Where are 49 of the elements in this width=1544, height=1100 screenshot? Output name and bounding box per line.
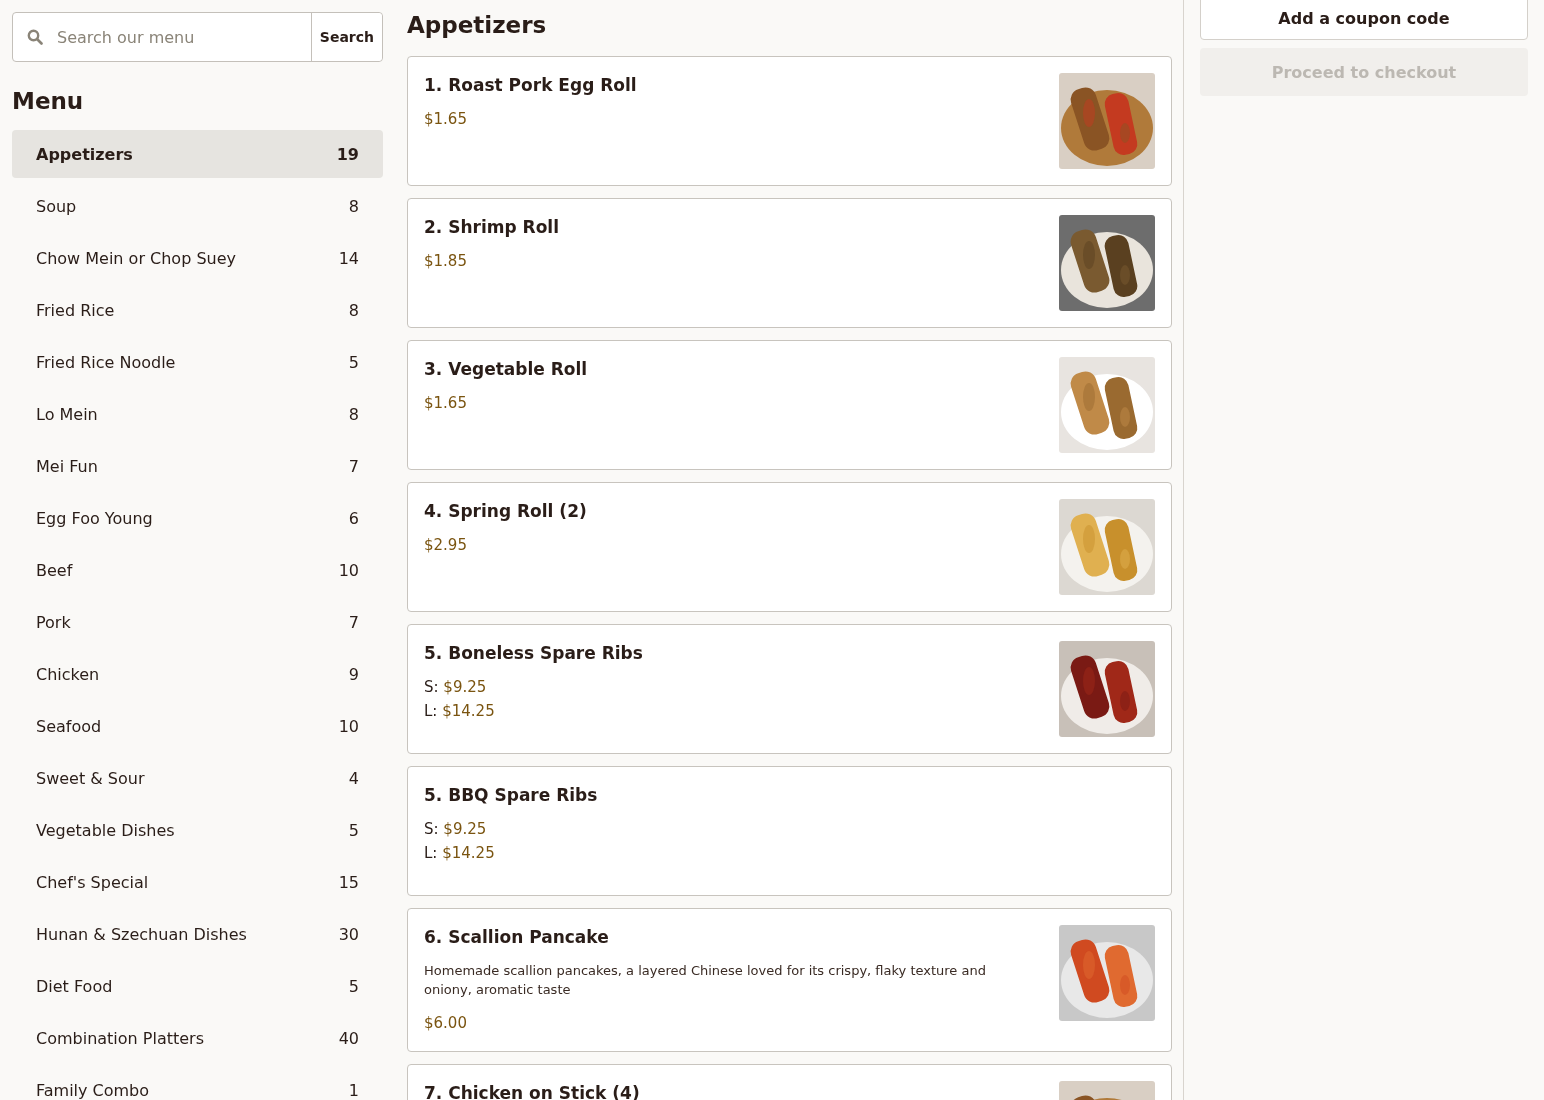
item-name: 5. Boneless Spare Ribs — [424, 643, 644, 663]
item-price: $2.95 — [424, 535, 468, 556]
item-name: 1. Roast Pork Egg Roll — [424, 75, 638, 95]
category-item[interactable]: Soup 8 — [12, 182, 383, 230]
item-name: 6. Scallion Pancake — [424, 927, 610, 947]
item-price: $1.65 — [424, 109, 468, 130]
menu-item-card[interactable]: 5. BBQ Spare Ribs S: $9.25 L: $14.25 — [407, 766, 1172, 896]
category-item[interactable]: Sweet & Sour 4 — [12, 754, 383, 802]
coupon-button[interactable]: Add a coupon code — [1200, 0, 1528, 40]
item-description: Homemade scallion pancakes, a layered Chinese loved for its crispy, flaky texture and oniony, aromatic taste — [424, 962, 987, 999]
category-item[interactable]: Vegetable Dishes 5 — [12, 806, 383, 854]
category-item[interactable]: Hunan & Szechuan Dishes 30 — [12, 910, 383, 958]
item-price: $6.00 — [424, 1013, 468, 1034]
menu-item-card[interactable]: 3. Vegetable Roll $1.65 — [407, 340, 1172, 470]
item-price: S: $9.25 — [424, 677, 488, 698]
category-item[interactable]: Pork 7 — [12, 598, 383, 646]
category-item[interactable]: Chow Mein or Chop Suey 14 — [12, 234, 383, 282]
search-icon — [27, 29, 43, 45]
item-price: $1.65 — [424, 393, 468, 414]
category-item[interactable]: Chicken 9 — [12, 650, 383, 698]
category-item[interactable]: Beef 10 — [12, 546, 383, 594]
item-name: 2. Shrimp Roll — [424, 217, 560, 237]
category-item[interactable]: Combination Platters 40 — [12, 1014, 383, 1062]
menu-item-card[interactable]: 1. Roast Pork Egg Roll $1.65 — [407, 56, 1172, 186]
category-item[interactable]: Mei Fun 7 — [12, 442, 383, 490]
category-item[interactable]: Chef's Special 15 — [12, 858, 383, 906]
category-item[interactable]: Family Combo 1 — [12, 1066, 383, 1100]
item-name: 5. BBQ Spare Ribs — [424, 785, 599, 805]
category-item[interactable]: Egg Foo Young 6 — [12, 494, 383, 542]
category-item[interactable]: Seafood 10 — [12, 702, 383, 750]
category-item[interactable]: Appetizers 19 — [12, 130, 383, 178]
section-heading: Appetizers — [407, 12, 548, 38]
menu-item-card[interactable]: 4. Spring Roll (2) $2.95 — [407, 482, 1172, 612]
category-item[interactable]: Fried Rice 8 — [12, 286, 383, 334]
menu-item-card[interactable]: 6. Scallion Pancake Homemade scallion pancakes, a layered Chinese loved for its crispy, flaky texture and oniony, aromatic taste $6.00 — [407, 908, 1172, 1052]
menu-heading: Menu — [12, 88, 85, 114]
menu-item-card[interactable]: 5. Boneless Spare Ribs S: $9.25 L: $14.25 — [407, 624, 1172, 754]
search-field[interactable]: Search our menu Search — [12, 12, 383, 62]
category-item[interactable]: Fried Rice Noodle 5 — [12, 338, 383, 386]
item-name: 4. Spring Roll (2) — [424, 501, 588, 521]
item-price: $1.85 — [424, 251, 468, 272]
item-price: S: $9.25 — [424, 819, 488, 840]
item-price: L: $14.25 — [424, 843, 496, 864]
search-button[interactable]: Search — [310, 13, 382, 61]
menu-item-card[interactable]: 2. Shrimp Roll $1.85 — [407, 198, 1172, 328]
category-item[interactable]: Lo Mein 8 — [12, 390, 383, 438]
category-item[interactable]: Diet Food 5 — [12, 962, 383, 1010]
item-name: 3. Vegetable Roll — [424, 359, 589, 379]
item-price: L: $14.25 — [424, 701, 496, 722]
